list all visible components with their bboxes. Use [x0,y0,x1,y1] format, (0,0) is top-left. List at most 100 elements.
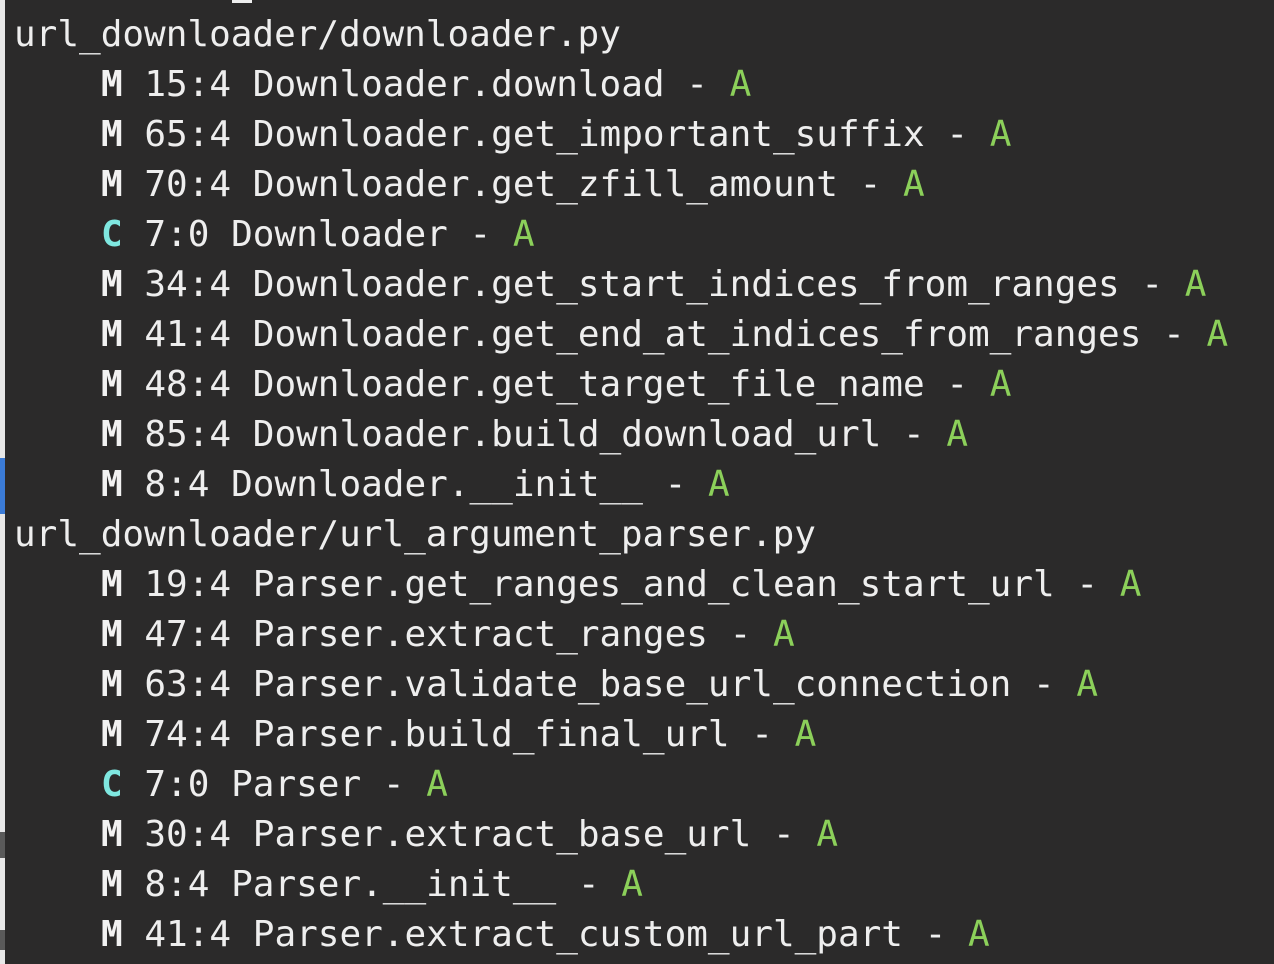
line-location: 85:4 [144,414,232,455]
line-location: 7:0 [144,214,210,255]
separator: - [1076,564,1099,605]
line-location: 34:4 [144,264,232,305]
line-location: 47:4 [144,614,232,655]
block-name: Parser.__init__ [231,864,557,905]
block-type: M [101,364,123,405]
separator: - [1163,314,1185,355]
block-name: Parser.extract_custom_url_part [252,914,903,955]
separator: - [1033,664,1055,705]
complexity-grade: A [1206,314,1229,355]
complexity-entry: M 70:4 Downloader.get_zfill_amount - A [14,160,1228,210]
separator: - [946,364,969,405]
file-path: url_downloader/downloader.py [14,14,621,55]
block-type: M [101,714,123,755]
separator: - [946,114,969,155]
block-name: Downloader.get_target_file_name [252,364,925,405]
block-type: M [101,914,123,955]
block-type: M [101,414,123,455]
separator: - [382,764,405,805]
complexity-grade: A [729,64,752,105]
line-location: 7:0 [144,764,210,805]
terminal-output: url_downloader/downloader.py M 15:4 Downl… [14,10,1228,960]
complexity-grade: A [1184,264,1207,305]
block-type: M [101,64,123,105]
separator: - [577,864,600,905]
separator: - [664,464,687,505]
line-location: 70:4 [144,164,232,205]
file-path-line: url_downloader/downloader.py [14,10,1228,60]
block-name: Parser.validate_base_url_connection [252,664,1012,705]
block-type: M [101,814,123,855]
complexity-grade: A [946,414,969,455]
separator: - [1141,264,1164,305]
block-name: Downloader.download [252,64,665,105]
complexity-entry: M 15:4 Downloader.download - A [14,60,1228,110]
line-location: 65:4 [144,114,232,155]
line-location: 30:4 [144,814,232,855]
block-name: Downloader.get_important_suffix [252,114,925,155]
complexity-entry: C 7:0 Parser - A [14,760,1228,810]
previous-line-fragment [232,0,252,3]
complexity-entry: M 85:4 Downloader.build_download_url - A [14,410,1228,460]
complexity-entry: M 8:4 Downloader.__init__ - A [14,460,1228,510]
file-path: url_downloader/url_argument_parser.py [14,514,816,555]
complexity-grade: A [794,714,817,755]
gutter-marker [0,832,5,858]
complexity-entry: M 48:4 Downloader.get_target_file_name -… [14,360,1228,410]
complexity-grade: A [1076,664,1099,705]
complexity-entry: M 47:4 Parser.extract_ranges - A [14,610,1228,660]
separator: - [903,414,925,455]
complexity-grade: A [989,114,1012,155]
block-type: M [101,264,123,305]
editor-gutter [0,0,5,964]
complexity-grade: A [707,464,730,505]
block-type: M [101,464,123,505]
complexity-entry: M 74:4 Parser.build_final_url - A [14,710,1228,760]
complexity-entry: M 63:4 Parser.validate_base_url_connecti… [14,660,1228,710]
block-name: Downloader.get_zfill_amount [252,164,838,205]
block-name: Downloader.get_start_indices_from_ranges [252,264,1120,305]
complexity-entry: M 34:4 Downloader.get_start_indices_from… [14,260,1228,310]
block-type: M [101,664,123,705]
separator: - [859,164,882,205]
block-type: M [101,564,123,605]
complexity-grade: A [1119,564,1142,605]
complexity-entry: M 19:4 Parser.get_ranges_and_clean_start… [14,560,1228,610]
block-name: Parser.build_final_url [252,714,730,755]
file-path-line: url_downloader/url_argument_parser.py [14,510,1228,560]
line-location: 15:4 [144,64,232,105]
separator: - [751,714,773,755]
separator: - [729,614,752,655]
block-name: Downloader.__init__ [231,464,643,505]
block-type: M [101,114,123,155]
line-location: 63:4 [144,664,232,705]
block-name: Downloader.get_end_at_indices_from_range… [252,314,1142,355]
block-name: Downloader [231,214,448,255]
line-location: 41:4 [144,914,232,955]
complexity-grade: A [512,214,535,255]
separator: - [924,914,947,955]
complexity-grade: A [772,614,795,655]
line-location: 8:4 [144,864,210,905]
complexity-grade: A [968,914,990,955]
complexity-entry: M 65:4 Downloader.get_important_suffix -… [14,110,1228,160]
line-location: 48:4 [144,364,232,405]
block-type: M [101,864,123,905]
complexity-grade: A [621,864,643,905]
block-type: C [101,214,123,255]
gutter-marker [0,458,5,514]
block-name: Parser.get_ranges_and_clean_start_url [252,564,1055,605]
block-type: C [101,764,123,805]
block-type: M [101,614,123,655]
block-type: M [101,164,123,205]
complexity-grade: A [903,164,925,205]
complexity-entry: M 41:4 Parser.extract_custom_url_part - … [14,910,1228,960]
block-name: Downloader.build_download_url [252,414,882,455]
terminal-window: url_downloader/downloader.py M 15:4 Downl… [0,0,1274,964]
line-location: 41:4 [144,314,232,355]
block-name: Parser.extract_ranges [252,614,708,655]
line-location: 8:4 [144,464,210,505]
complexity-entry: M 30:4 Parser.extract_base_url - A [14,810,1228,860]
complexity-grade: A [426,764,448,805]
gutter-marker [0,930,5,950]
